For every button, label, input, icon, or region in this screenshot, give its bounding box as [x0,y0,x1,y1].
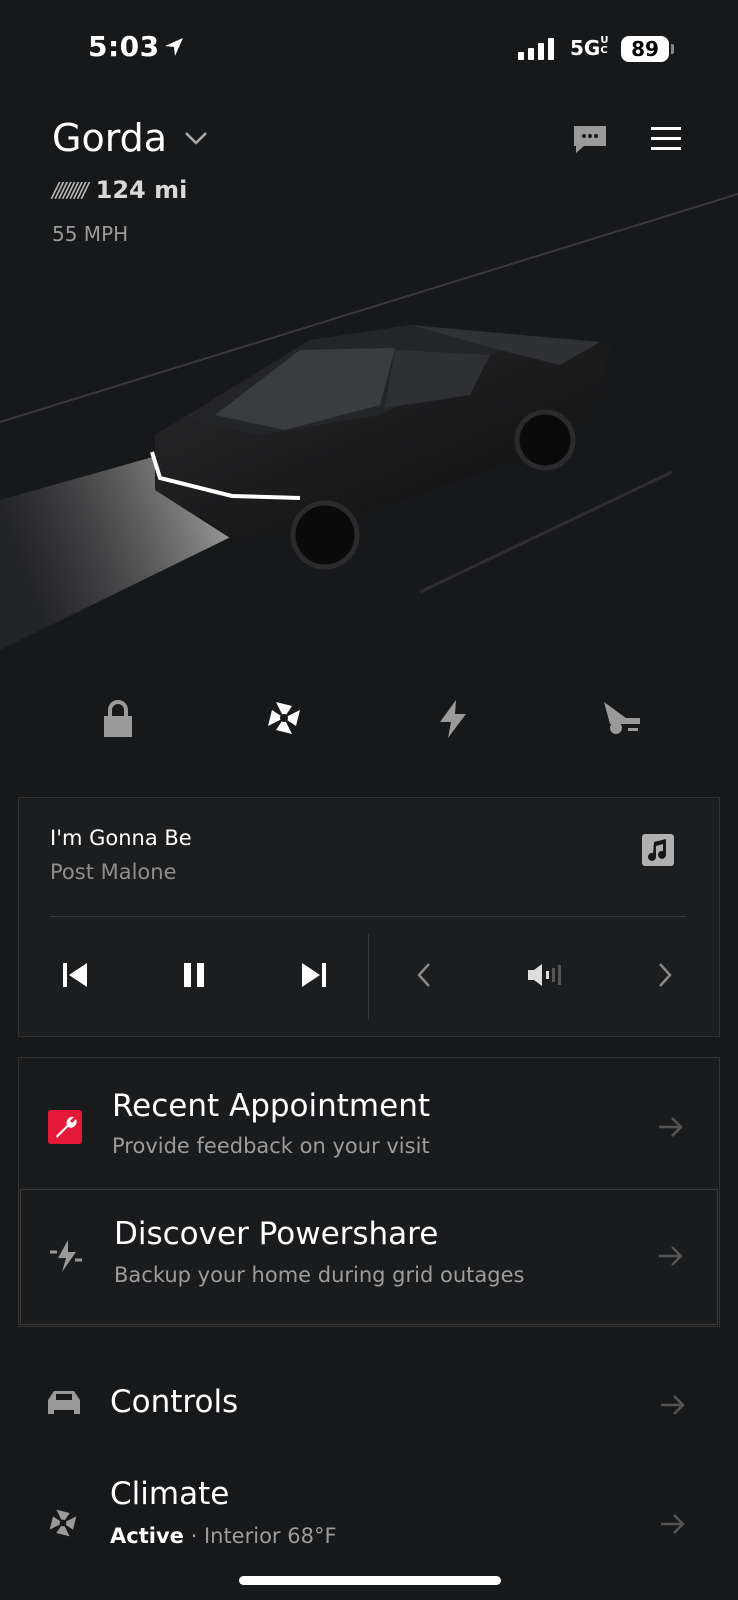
fan-icon [49,1509,77,1537]
lock-icon[interactable] [103,700,133,738]
network-type: 5GUC [570,35,609,61]
next-track-icon[interactable] [301,962,327,988]
song-title: I'm Gonna Be [50,826,192,850]
car-icon [48,1391,80,1414]
powershare-icon [50,1240,82,1272]
vehicle-name[interactable]: Gorda [52,116,167,160]
wrench-icon [48,1110,82,1144]
vehicle-image[interactable] [0,190,738,660]
chevron-down-icon[interactable] [184,130,208,146]
climate-interior-temp: Interior 68°F [203,1524,337,1548]
climate-separator: · [190,1524,198,1548]
battery-level: 89 [621,36,669,62]
arrow-right-icon[interactable] [658,1245,684,1267]
controls-title[interactable]: Controls [110,1384,238,1420]
arrow-right-icon[interactable] [660,1513,686,1535]
chevron-right-icon[interactable] [657,962,673,988]
arrow-right-icon[interactable] [660,1394,686,1416]
arrow-right-icon[interactable] [658,1116,684,1138]
home-indicator[interactable] [239,1576,501,1585]
climate-title[interactable]: Climate [110,1476,229,1512]
song-artist: Post Malone [50,860,177,884]
recent-appointment-title[interactable]: Recent Appointment [112,1088,430,1124]
discover-powershare-subtitle: Backup your home during grid outages [114,1263,525,1287]
battery-tip [671,44,674,54]
climate-active: Active [110,1524,184,1548]
pause-icon[interactable] [182,962,206,988]
chevron-left-icon[interactable] [416,962,432,988]
climate-status: Active · Interior 68°F [110,1524,337,1548]
menu-icon[interactable] [651,126,681,152]
fan-icon[interactable] [266,700,302,736]
recent-appointment-subtitle: Provide feedback on your visit [112,1134,430,1158]
summon-icon[interactable] [602,700,642,736]
media-divider [50,916,686,917]
previous-track-icon[interactable] [62,962,88,988]
location-arrow-icon [165,38,183,56]
chat-icon[interactable] [572,124,608,154]
media-divider-vertical [368,934,369,1020]
cellular-signal-icon [518,38,554,60]
music-note-icon[interactable] [642,834,674,866]
status-time: 5:03 [88,30,160,63]
powershare-card-border [20,1189,718,1325]
discover-powershare-title[interactable]: Discover Powershare [114,1216,438,1252]
volume-icon[interactable] [527,962,563,988]
charge-icon[interactable] [438,700,468,738]
